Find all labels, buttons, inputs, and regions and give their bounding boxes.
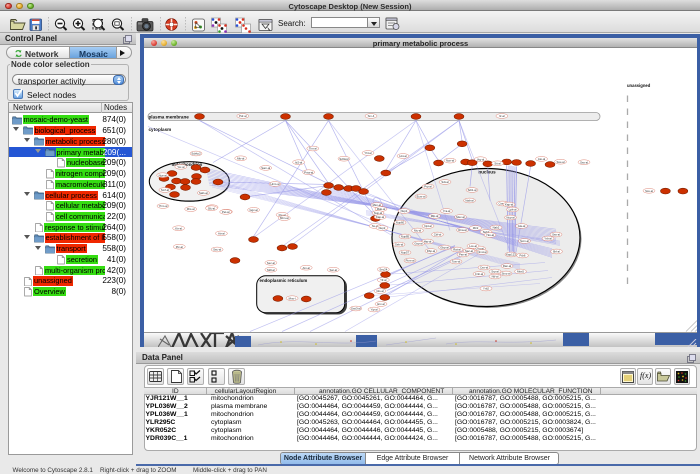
svg-text:Nup85: Nup85 — [401, 234, 410, 238]
svg-text:Atn-al: Atn-al — [303, 265, 311, 269]
svg-text:Sec24: Sec24 — [379, 267, 387, 271]
svg-text:Pse-al: Pse-al — [459, 252, 467, 256]
svg-text:Kap-al: Kap-al — [505, 202, 513, 206]
svg-text:Yrb-al: Yrb-al — [544, 236, 552, 240]
svg-text:Yor-al: Yor-al — [177, 164, 185, 168]
svg-text:Nup60: Nup60 — [396, 220, 405, 224]
svg-text:Pet-al: Pet-al — [222, 210, 230, 214]
svg-text:Pma-al: Pma-al — [304, 170, 313, 174]
svg-text:Ran-al: Ran-al — [503, 264, 512, 268]
svg-text:Sdt-al: Sdt-al — [441, 180, 449, 184]
svg-text:Npl-al: Npl-al — [424, 224, 432, 228]
svg-text:Vrg-al: Vrg-al — [477, 157, 485, 161]
svg-text:Kap123: Kap123 — [506, 252, 516, 256]
svg-text:Srp-al: Srp-al — [491, 269, 499, 273]
svg-text:nucleus: nucleus — [478, 169, 496, 174]
svg-text:Lph-al: Lph-al — [509, 207, 517, 211]
svg-text:unassigned: unassigned — [627, 83, 651, 88]
svg-text:Yhl-al: Yhl-al — [364, 151, 372, 155]
svg-text:Nup2: Nup2 — [379, 226, 386, 230]
svg-text:Mtm-al: Mtm-al — [280, 216, 289, 220]
svg-text:Nic-al: Nic-al — [414, 228, 422, 232]
svg-text:Rat-al: Rat-al — [453, 247, 461, 251]
svg-text:Sss-al: Sss-al — [580, 160, 588, 164]
svg-text:Smf-al: Smf-al — [161, 188, 169, 192]
svg-text:plasma membrane: plasma membrane — [149, 114, 190, 119]
svg-text:Sit-al: Sit-al — [494, 161, 501, 165]
svg-text:Sal1-al: Sal1-al — [199, 191, 208, 195]
svg-text:Prp-al: Prp-al — [424, 184, 432, 188]
svg-text:Sar-al: Sar-al — [329, 267, 337, 271]
svg-text:Ntf-al: Ntf-al — [492, 274, 499, 278]
svg-text:endoplasmic reticulum: endoplasmic reticulum — [260, 278, 308, 283]
svg-text:Sec-al: Sec-al — [267, 260, 275, 264]
svg-text:Seh-al: Seh-al — [395, 242, 403, 246]
svg-text:Ato-al: Ato-al — [538, 157, 546, 161]
svg-text:Itr2-al: Itr2-al — [295, 160, 303, 164]
svg-text:Mns-l: Mns-l — [289, 296, 296, 300]
svg-text:Yra-al: Yra-al — [443, 209, 451, 213]
svg-text:Gle-al: Gle-al — [518, 224, 526, 228]
svg-text:Dbp-al: Dbp-al — [427, 249, 436, 253]
svg-text:Brl-al: Brl-al — [553, 249, 560, 253]
svg-text:Nmd-al: Nmd-al — [477, 250, 486, 254]
svg-text:Ssu-al: Ssu-al — [557, 159, 565, 163]
svg-text:Yrb2: Yrb2 — [483, 286, 489, 290]
svg-text:Tom-al: Tom-al — [452, 259, 461, 263]
svg-text:Nab2: Nab2 — [493, 225, 500, 229]
svg-text:Pic-al: Pic-al — [176, 244, 183, 248]
svg-text:Nup1: Nup1 — [401, 209, 408, 213]
svg-text:Kap-al: Kap-al — [376, 215, 384, 219]
svg-text:Pdr6: Pdr6 — [520, 253, 526, 257]
svg-text:Ggc-al: Ggc-al — [249, 208, 258, 212]
svg-text:Pdr-al: Pdr-al — [239, 114, 247, 118]
svg-text:Sxm-al: Sxm-al — [520, 239, 529, 243]
svg-text:Hrp-al: Hrp-al — [424, 239, 432, 243]
svg-text:Tim-al: Tim-al — [309, 146, 317, 150]
svg-text:Mdl-al: Mdl-al — [267, 267, 275, 271]
svg-text:Hxt-al: Hxt-al — [399, 154, 407, 158]
svg-text:Sss-al: Sss-al — [645, 188, 653, 192]
svg-text:Cbf-al: Cbf-al — [434, 232, 442, 236]
svg-text:Ktr-al: Ktr-al — [175, 226, 182, 230]
svg-text:Mrs-al: Mrs-al — [187, 207, 195, 211]
svg-text:Sdt1-al: Sdt1-al — [468, 188, 477, 192]
svg-text:Mtr2: Mtr2 — [473, 226, 479, 230]
svg-text:Mtr-al: Mtr-al — [237, 156, 245, 160]
svg-text:Nup-al: Nup-al — [506, 215, 515, 219]
svg-text:Cnb-al: Cnb-al — [475, 272, 484, 276]
svg-text:Nab-al: Nab-al — [465, 198, 474, 202]
svg-text:Sm-4: Sm-4 — [368, 114, 375, 118]
svg-text:Los-al: Los-al — [469, 244, 477, 248]
svg-text:Mlp-al: Mlp-al — [431, 214, 439, 218]
svg-text:Gls-al: Gls-al — [376, 289, 384, 293]
svg-text:Hnm-al: Hnm-al — [270, 182, 279, 186]
svg-text:Yku-al: Yku-al — [486, 233, 494, 237]
svg-text:Erv-al: Erv-al — [377, 302, 385, 306]
svg-text:Schko2: Schko2 — [191, 151, 201, 155]
svg-text:Cex-al: Cex-al — [480, 265, 488, 269]
svg-text:Yhm-al: Yhm-al — [159, 204, 168, 208]
svg-text:Smt3-al: Smt3-al — [351, 306, 361, 310]
svg-text:Sfc-al: Sfc-al — [208, 206, 216, 210]
svg-text:Nce-al: Nce-al — [446, 158, 454, 162]
svg-text:Yif-al: Yif-al — [380, 278, 387, 282]
svg-text:Mex-al: Mex-al — [456, 215, 465, 219]
svg-text:Itr-al: Itr-al — [499, 114, 505, 118]
svg-text:Msn5: Msn5 — [517, 269, 524, 273]
svg-text:Sam-al: Sam-al — [261, 166, 270, 170]
svg-text:Ecm-al: Ecm-al — [417, 194, 426, 198]
svg-text:Nup57: Nup57 — [401, 250, 410, 254]
svg-text:Nce-al: Nce-al — [159, 173, 167, 177]
svg-text:Schko2: Schko2 — [339, 156, 349, 160]
svg-text:Gbp-al: Gbp-al — [440, 245, 449, 249]
svg-text:Gsp-al: Gsp-al — [414, 241, 423, 245]
svg-text:Pom-al: Pom-al — [406, 258, 415, 262]
svg-text:Rna-al: Rna-al — [458, 228, 467, 232]
svg-text:Yip-al: Yip-al — [370, 307, 377, 311]
svg-text:Sec-al: Sec-al — [213, 247, 221, 251]
svg-text:Atr-al: Atr-al — [218, 231, 225, 235]
svg-text:Sss-al: Sss-al — [552, 232, 560, 236]
svg-text:Smc-al: Smc-al — [502, 271, 511, 275]
